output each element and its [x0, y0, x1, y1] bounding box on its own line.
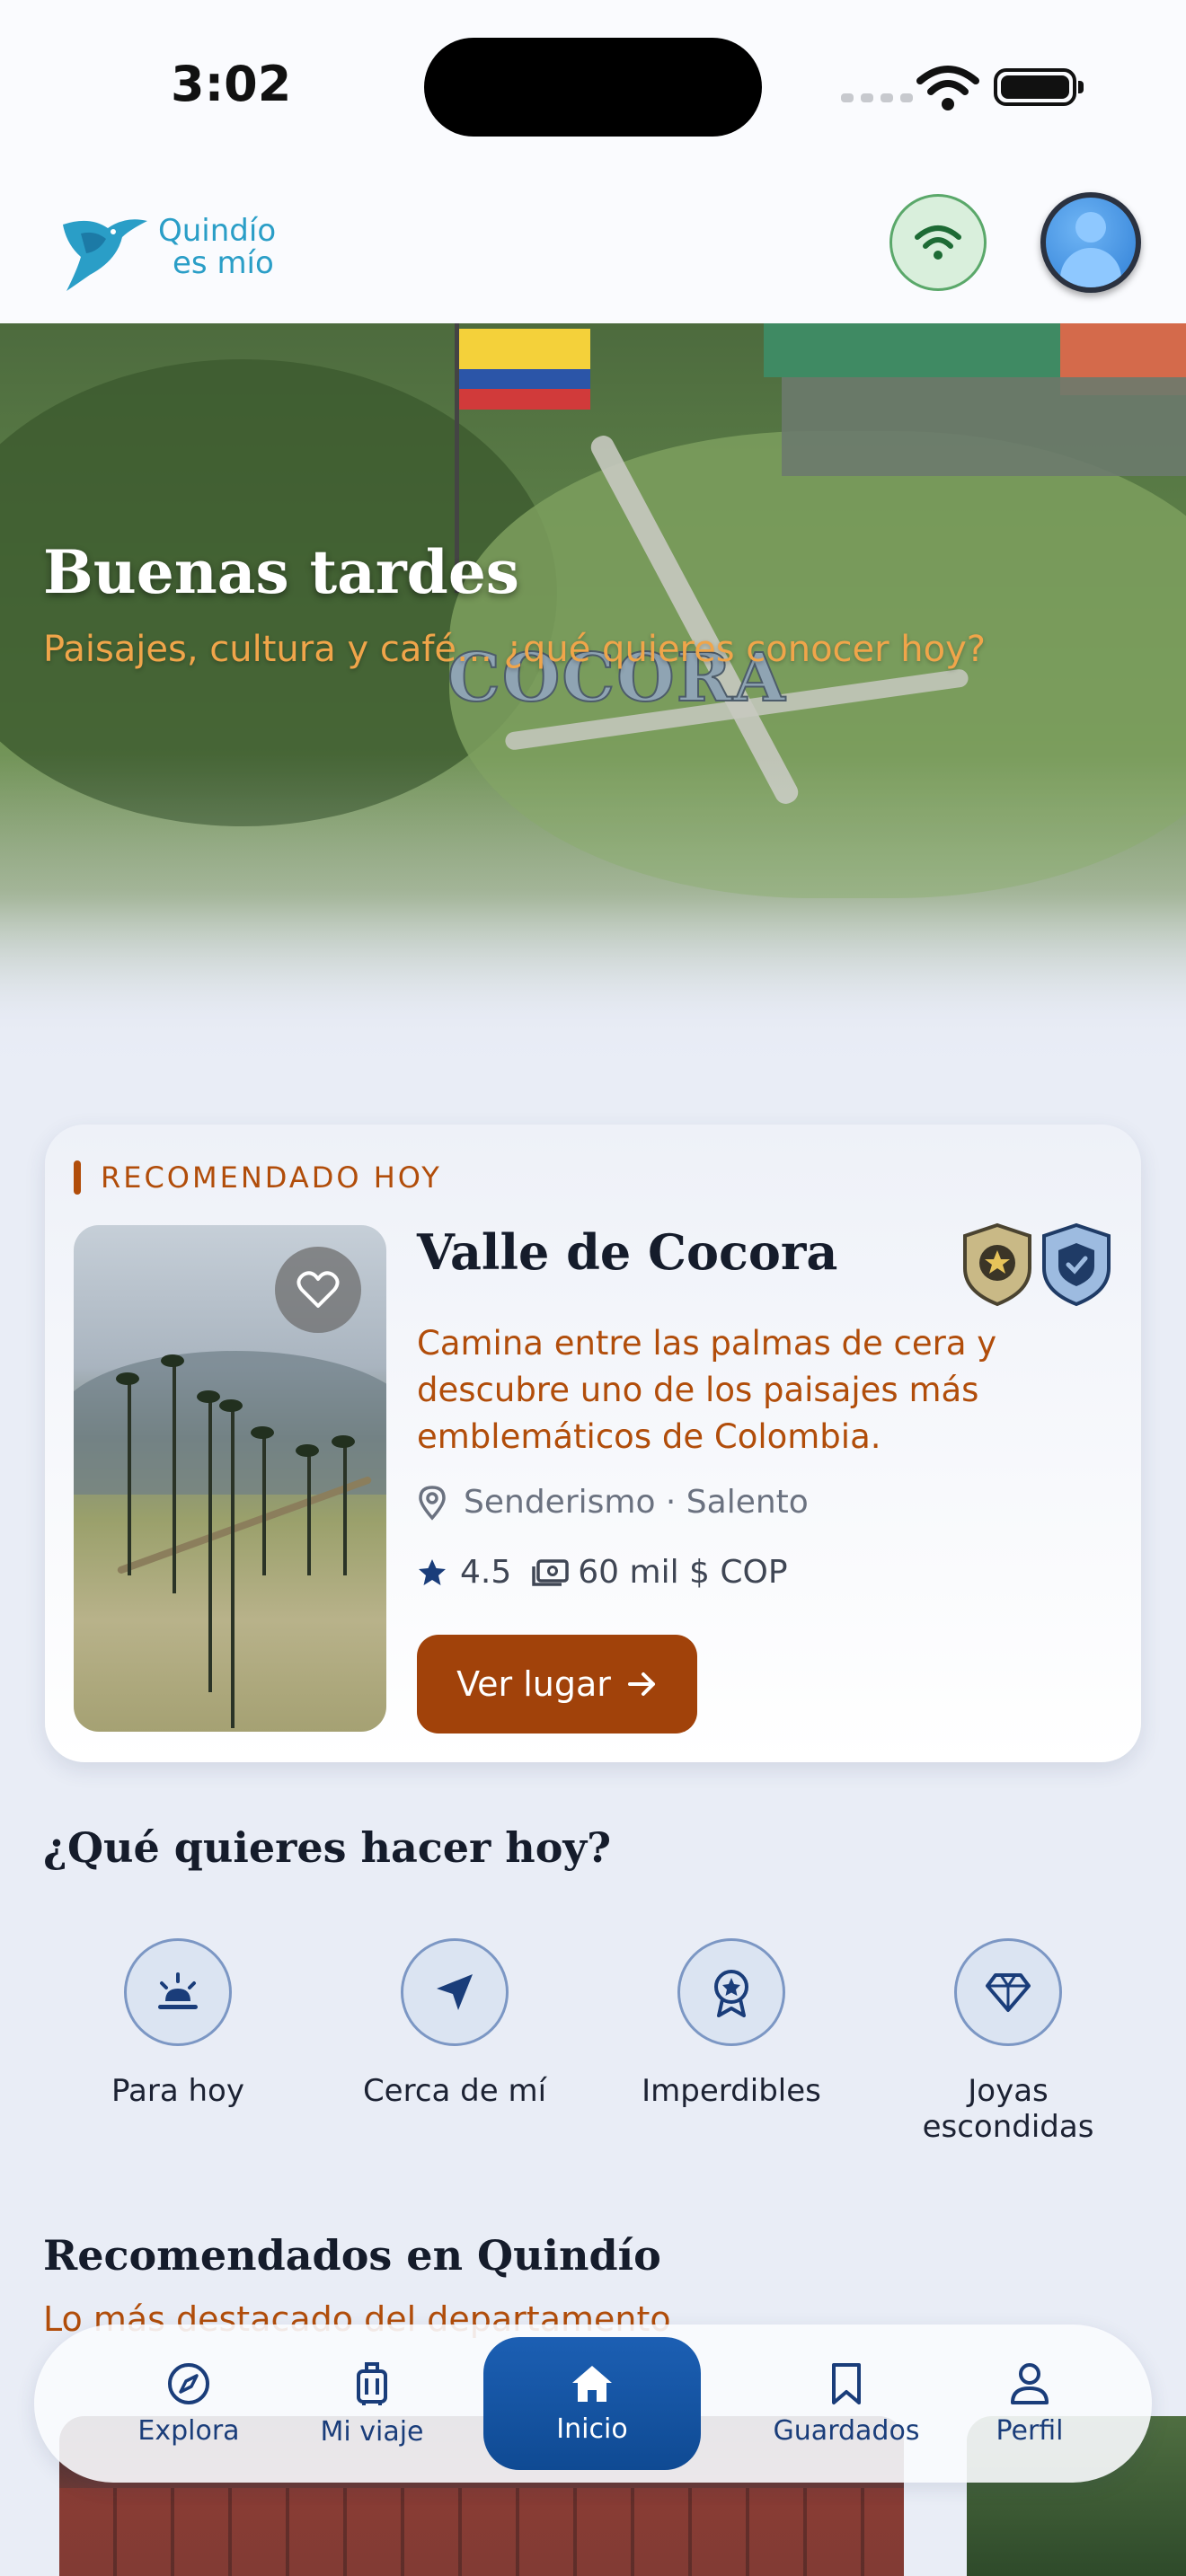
diamond-icon: [986, 1973, 1031, 2012]
quick-action-para-hoy[interactable]: Para hoy: [43, 1938, 313, 2145]
bottom-tab-bar: Explora Mi viaje Inicio Guardados Perfil: [34, 2325, 1152, 2483]
place-title: Valle de Cocora: [417, 1223, 838, 1281]
logo-line2: es mío: [173, 245, 274, 281]
colombia-flag-image: [459, 329, 590, 410]
wifi-icon: [915, 225, 961, 260]
star-badge-icon: [963, 1222, 1031, 1307]
sunset-icon: [158, 1972, 198, 2009]
heart-icon: [296, 1271, 340, 1308]
greeting-title: Buenas tardes: [43, 537, 519, 607]
verified-badge-icon: [1042, 1222, 1111, 1307]
hero-banner: COCORA: [0, 323, 1186, 1078]
place-rating: 4.5: [460, 1554, 512, 1591]
tab-inicio[interactable]: Inicio: [483, 2337, 701, 2470]
home-icon: [572, 2365, 612, 2402]
cellular-signal-icon: [841, 93, 913, 102]
quick-action-joyas-escondidas[interactable]: Joyas escondidas: [873, 1938, 1143, 2145]
recommended-tag: RECOMENDADO HOY: [74, 1160, 442, 1195]
quick-actions-row: Para hoy Cerca de mí Imperdibles Joyas e…: [43, 1938, 1143, 2145]
hummingbird-logo-icon: [63, 219, 147, 291]
user-avatar[interactable]: [1040, 192, 1141, 293]
status-bar: 3:02: [0, 0, 1186, 171]
recommended-card[interactable]: RECOMENDADO HOY Valle de Cocora Camina e…: [45, 1125, 1141, 1762]
arrow-right-icon: [627, 1672, 655, 1696]
compass-icon: [168, 2362, 209, 2404]
quick-action-cerca-de-mi[interactable]: Cerca de mí: [320, 1938, 589, 2145]
dynamic-island: [424, 38, 762, 137]
wifi-status-icon: [916, 66, 979, 110]
place-price: 60 mil $ COP: [578, 1554, 788, 1591]
connection-status-button[interactable]: [890, 194, 987, 291]
navigation-arrow-icon: [437, 1974, 473, 2010]
logo-line1: Quindío: [158, 213, 277, 249]
place-meta: Senderismo · Salento: [417, 1484, 809, 1521]
quick-actions-title: ¿Qué quieres hacer hoy?: [43, 1823, 612, 1872]
place-description: Camina entre las palmas de cera y descub…: [417, 1324, 997, 1456]
battery-icon: [994, 68, 1084, 106]
place-stats: 4.5 60 mil $ COP: [417, 1554, 788, 1591]
greeting-subtitle: Paisajes, cultura y café… ¿qué quieres c…: [43, 629, 987, 670]
award-ribbon-icon: [714, 1970, 748, 2017]
location-pin-icon: [419, 1485, 446, 1521]
bookmark-icon: [832, 2362, 861, 2404]
section-title: Recomendados en Quindío: [43, 2231, 661, 2280]
app-logo[interactable]: Quindío es mío: [54, 198, 276, 296]
view-place-button[interactable]: Ver lugar: [417, 1635, 697, 1734]
tab-perfil[interactable]: Perfil: [922, 2325, 1137, 2483]
tab-mi-viaje[interactable]: Mi viaje: [264, 2325, 480, 2483]
star-icon: [419, 1558, 446, 1585]
money-icon: [532, 1558, 570, 1586]
favorite-button[interactable]: [275, 1247, 361, 1333]
place-photo[interactable]: [74, 1225, 386, 1732]
app-header: Quindío es mío: [0, 171, 1186, 323]
person-icon: [1011, 2362, 1049, 2404]
quick-action-imperdibles[interactable]: Imperdibles: [597, 1938, 866, 2145]
luggage-icon: [357, 2361, 387, 2405]
status-time: 3:02: [171, 56, 292, 112]
place-badges: [960, 1222, 1114, 1308]
